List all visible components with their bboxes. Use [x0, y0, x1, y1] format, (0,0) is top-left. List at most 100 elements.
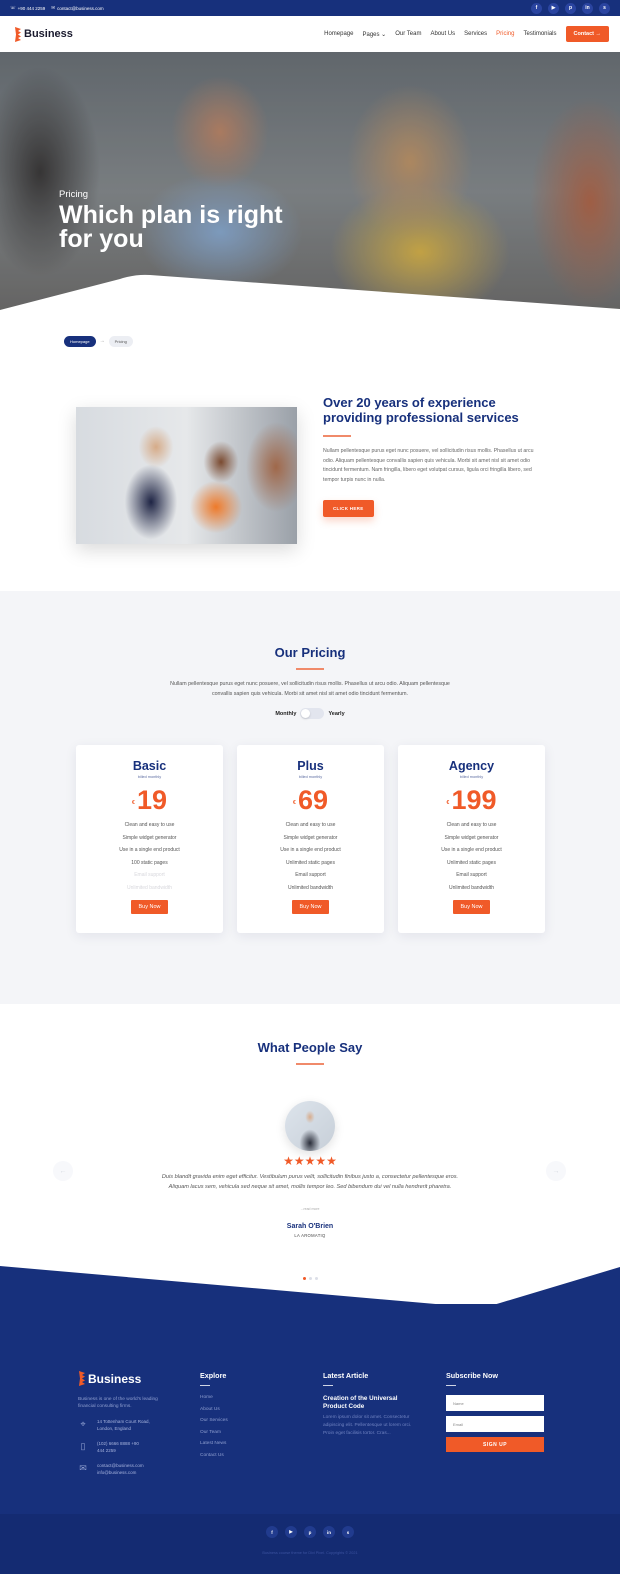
- footer-link-team[interactable]: Our Team: [200, 1430, 228, 1442]
- feature-item: Unlimited bandwidth: [287, 884, 334, 891]
- feature-item: Email support: [295, 872, 326, 879]
- footer-explore-column: Explore Home About Us Our Services Our T…: [200, 1371, 228, 1464]
- nav-about-us[interactable]: About Us: [430, 31, 455, 37]
- euro-icon: €: [131, 800, 135, 806]
- yearly-label[interactable]: Yearly: [328, 711, 344, 717]
- footer-link-services[interactable]: Our Services: [200, 1418, 228, 1430]
- footer-logo[interactable]: Business: [78, 1371, 173, 1386]
- arrow-right-icon: →: [552, 1167, 560, 1175]
- pricing-description: Nullam pellentesque purus eget nunc posu…: [170, 681, 450, 697]
- breadcrumb-arrow-icon: →: [99, 338, 105, 344]
- logo-mark-icon: [78, 1371, 86, 1386]
- footer-article-column: Latest Article Creation of the Universal…: [323, 1371, 423, 1438]
- nav-pages[interactable]: Pages ⌄: [362, 31, 386, 38]
- youtube-icon[interactable]: ▶: [548, 2, 559, 14]
- feature-item: Clean and easy to use: [285, 822, 336, 828]
- accent-divider: [296, 668, 324, 670]
- feature-item: Unlimited static pages: [447, 859, 496, 866]
- top-phone[interactable]: ☏ +90 444 2259: [10, 5, 45, 11]
- latest-article-heading: Latest Article: [323, 1371, 369, 1380]
- logo-mark-icon: [14, 26, 22, 42]
- contact-button[interactable]: Contact →: [565, 26, 609, 42]
- feature-item: Clean and easy to use: [124, 822, 175, 828]
- plan-price: €69: [293, 785, 328, 815]
- name-input[interactable]: Name: [446, 1395, 544, 1411]
- facebook-icon[interactable]: f: [531, 2, 542, 14]
- nav-testimonials[interactable]: Testimonials: [523, 31, 556, 37]
- plan-price: €19: [132, 785, 167, 815]
- arrow-left-icon: ←: [59, 1167, 67, 1175]
- article-headline[interactable]: Creation of the Universal Product Code: [323, 1395, 423, 1411]
- plan-name: Plus: [297, 759, 324, 773]
- linkedin-icon[interactable]: in: [323, 1526, 335, 1538]
- feature-item: Clean and easy to use: [446, 822, 497, 828]
- feature-item: Unlimited static pages: [286, 859, 335, 866]
- youtube-icon[interactable]: ▶: [285, 1526, 297, 1538]
- subscribe-heading: Subscribe Now: [446, 1371, 498, 1380]
- top-email[interactable]: ✉ contact@business.com: [51, 5, 103, 11]
- plan-name: Basic: [132, 759, 167, 773]
- pinterest-icon[interactable]: p: [304, 1526, 316, 1538]
- skype-icon[interactable]: s: [342, 1526, 354, 1538]
- testimonial-author: Sarah O'Brien: [286, 1223, 334, 1230]
- plan-billed: billed monthly: [459, 775, 484, 779]
- heading-divider: [200, 1385, 210, 1386]
- buy-now-button[interactable]: Buy Now: [131, 899, 168, 914]
- breadcrumb: Homepage → Pricing: [0, 326, 620, 356]
- plan-billed: billed monthly: [137, 775, 162, 779]
- nav-homepage[interactable]: Homepage: [324, 31, 353, 37]
- billing-toggle-row: Monthly Yearly: [0, 708, 620, 720]
- pricing-card-plus: Plus billed monthly €69 Clean and easy t…: [237, 745, 384, 933]
- hero-kicker: Pricing: [59, 189, 89, 200]
- linkedin-icon[interactable]: in: [582, 2, 593, 14]
- pricing-title: Our Pricing: [274, 645, 346, 660]
- buy-now-button[interactable]: Buy Now: [453, 899, 490, 914]
- buy-now-button[interactable]: Buy Now: [292, 899, 329, 914]
- plan-price: €199: [446, 785, 496, 815]
- about-paragraph: Nullam pellentesque purus eget nunc posu…: [323, 448, 534, 483]
- footer-link-contact[interactable]: Contact Us: [200, 1453, 228, 1465]
- logo-text: Business: [24, 28, 73, 40]
- testimonial-company: LA AROMATIQ: [294, 1233, 326, 1238]
- skype-icon[interactable]: s: [599, 2, 610, 14]
- plan-name: Agency: [448, 759, 495, 773]
- euro-icon: €: [446, 800, 450, 806]
- feature-item: 100 static pages: [131, 859, 168, 866]
- facebook-icon[interactable]: f: [266, 1526, 278, 1538]
- article-excerpt: Lorem ipsum dolor sit amet. Consectetur …: [323, 1415, 412, 1436]
- phone-icon: ☏: [10, 5, 16, 10]
- email-input[interactable]: Email: [446, 1416, 544, 1432]
- phone-icon: ▯: [80, 1441, 86, 1451]
- nav-services[interactable]: Services: [464, 31, 487, 37]
- euro-icon: €: [292, 800, 296, 806]
- monthly-label[interactable]: Monthly: [275, 711, 296, 717]
- logo[interactable]: Business: [14, 26, 73, 42]
- footer-phone: ▯ (102) 6666 8888 +90 444 2259: [78, 1441, 173, 1454]
- feature-item: Simple widget generator: [122, 834, 177, 841]
- star-rating-icon: ★★★★★: [283, 1154, 337, 1168]
- pinterest-icon[interactable]: p: [565, 2, 576, 14]
- footer-email: ✉ contact@business.com info@business.com: [79, 1463, 144, 1475]
- pricing-card-basic: Basic billed monthly €19 Clean and easy …: [76, 745, 223, 933]
- plan-features: Clean and easy to use Simple widget gene…: [237, 819, 384, 895]
- nav-pricing[interactable]: Pricing: [496, 31, 514, 37]
- footer-subscribe-column: Subscribe Now Name Email SIGN UP: [446, 1371, 544, 1452]
- feature-item: Simple widget generator: [283, 834, 338, 841]
- footer-link-news[interactable]: Latest News: [200, 1441, 228, 1453]
- testimonial-avatar: [285, 1101, 335, 1151]
- site-footer: Business Business is one of the world's …: [0, 1266, 620, 1574]
- read-more-link[interactable]: ...read more: [0, 1207, 620, 1211]
- footer-link-about[interactable]: About Us: [200, 1407, 228, 1419]
- pricing-card-agency: Agency billed monthly €199 Clean and eas…: [398, 745, 545, 933]
- billing-toggle[interactable]: [300, 708, 325, 720]
- sign-up-button[interactable]: SIGN UP: [446, 1437, 544, 1452]
- feature-item: Email support: [456, 872, 487, 879]
- feature-item-disabled: Email support: [134, 872, 165, 879]
- breadcrumb-home[interactable]: Homepage: [64, 335, 96, 347]
- copyright-text: Business course theme for Divi Pixel. Co…: [262, 1551, 358, 1555]
- click-here-button[interactable]: CLICK HERE: [323, 500, 374, 518]
- footer-link-home[interactable]: Home: [200, 1395, 228, 1407]
- nav-our-team[interactable]: Our Team: [395, 31, 421, 37]
- heading-divider: [446, 1385, 456, 1386]
- footer-brand-column: Business Business is one of the world's …: [78, 1371, 173, 1476]
